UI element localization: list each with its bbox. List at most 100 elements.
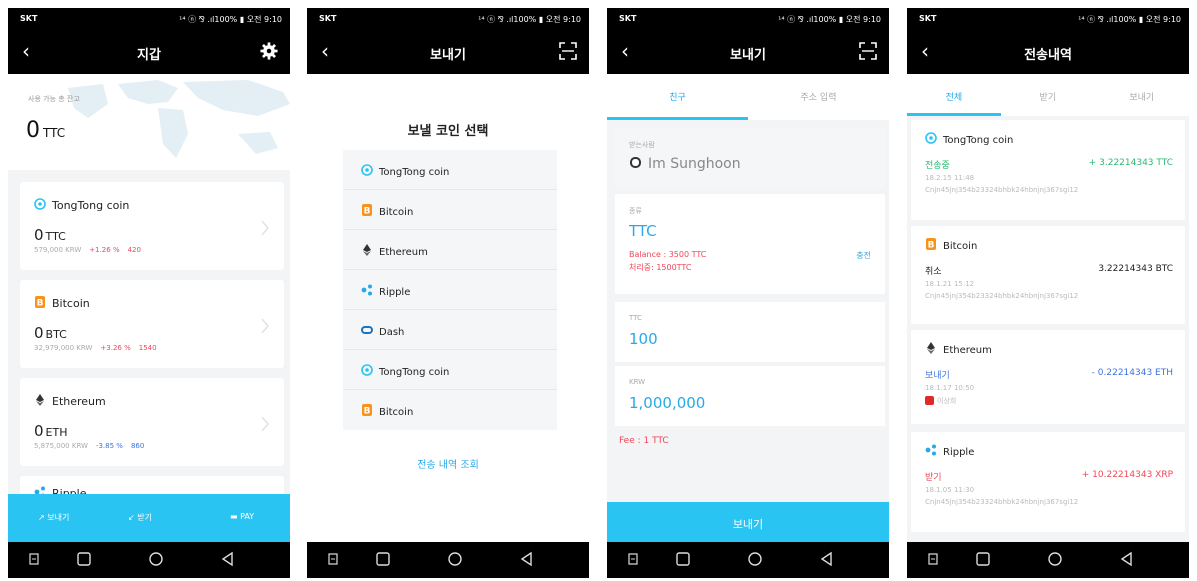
transfer-history-link[interactable]: 전송 내역 조회 (307, 456, 589, 471)
menu-icon[interactable] (26, 551, 42, 567)
total-balance-label: 사용 가능 총 잔고 (28, 95, 80, 103)
coin-card-ethereum[interactable]: Ethereum 0 ETH 5,875,000 KRW -3.85 % 860 (20, 378, 284, 466)
home-icon[interactable] (747, 551, 763, 567)
tab-send[interactable]: 보내기 (1095, 90, 1189, 103)
coin-option-tongtong[interactable]: TongTong coin (343, 150, 557, 190)
system-info: ¹⁴ ⓝ ⅋ .ıl100% ▮ 오전 9:10 (179, 15, 282, 24)
history-coin-name: Bitcoin (943, 241, 978, 252)
ethereum-icon (36, 394, 44, 406)
coin-name-label: TongTong coin (52, 199, 130, 212)
home-icon[interactable] (1047, 551, 1063, 567)
menu-icon[interactable] (325, 551, 341, 567)
recipient-field[interactable]: 받는사람 Im Sunghoon (615, 128, 885, 188)
coin-unit: ETH (45, 426, 68, 439)
recents-icon[interactable] (675, 551, 691, 567)
tab-all[interactable]: 전체 (907, 90, 1001, 103)
coin-amount: 0 BTC (34, 324, 67, 342)
coin-option-dash[interactable]: Dash (343, 310, 557, 350)
krw-amount-value: 1,000,000 (629, 394, 706, 412)
card-icon: ▬ (230, 512, 241, 521)
recipient-value: Im Sunghoon (629, 156, 741, 172)
system-info: ¹⁴ ⓝ ⅋ .ıl100% ▮ 오전 9:10 (778, 15, 881, 24)
coin-option-label: Dash (379, 327, 405, 338)
send-tab[interactable]: ↗ 보내기 (38, 512, 69, 523)
bitcoin-icon (362, 204, 372, 216)
history-address: Cnjn45jnj354b23324bhbk24hbnjnj367sgi12 (925, 498, 1079, 506)
send-tab-label: 보내기 (47, 513, 70, 522)
coin-option-bitcoin[interactable]: Bitcoin (343, 190, 557, 230)
coin-market-info: 32,979,000 KRW +3.26 % 1540 (34, 344, 157, 352)
pay-tab[interactable]: ▬ PAY (230, 512, 254, 521)
history-contact: 이상희 (925, 396, 956, 406)
coin-type-field[interactable]: 종류 TTC Balance : 3500 TTC 처리중: 1500TTC 충… (615, 194, 885, 294)
history-status: 전송중 (925, 161, 950, 171)
coin-name-label: Bitcoin (52, 297, 90, 310)
charge-link[interactable]: 충전 (856, 250, 871, 261)
history-date: 18.1.21 15:12 (925, 280, 975, 288)
back-nav-icon[interactable] (220, 551, 236, 567)
history-coin: TongTong coin (925, 132, 1013, 146)
ttc-amount-field[interactable]: TTC 100 (615, 302, 885, 362)
coin-amount-number: 0 (34, 422, 44, 440)
tab-address-input[interactable]: 주소 입력 (748, 90, 889, 103)
coin-name-label: Ethereum (52, 395, 106, 408)
ripple-icon (925, 444, 936, 456)
history-amount: + 10.22214343 XRP (1081, 470, 1173, 480)
send-button[interactable]: 보내기 (607, 502, 889, 544)
back-arrow-icon[interactable]: ‹ (921, 39, 929, 63)
coin-card-bitcoin[interactable]: Bitcoin 0 BTC 32,979,000 KRW +3.26 % 1540 (20, 280, 284, 368)
page-title: 보내기 (430, 48, 466, 63)
gear-icon[interactable] (260, 42, 278, 60)
menu-icon[interactable] (925, 551, 941, 567)
back-nav-icon[interactable] (519, 551, 535, 567)
coin-option-bitcoin-2[interactable]: Bitcoin (343, 390, 557, 430)
coin-change-count: 1540 (138, 344, 157, 352)
history-coin-name: Ethereum (943, 345, 992, 356)
qr-scan-icon[interactable] (859, 42, 877, 60)
coin-amount: 0 TTC (34, 226, 66, 244)
status-bar: SKT ¹⁴ ⓝ ⅋ .ıl100% ▮ 오전 9:10 (307, 8, 589, 30)
history-item[interactable]: Bitcoin 취소 3.22214343 BTC 18.1.21 15:12 … (911, 226, 1185, 324)
app-bar: ‹ 전송내역 (907, 30, 1189, 74)
wallet-screen: SKT ¹⁴ ⓝ ⅋ .ıl100% ▮ 오전 9:10 ‹ 지갑 사용 가능 … (8, 8, 290, 578)
coin-change: +3.26 % (100, 344, 131, 352)
krw-amount-field[interactable]: KRW 1,000,000 (615, 366, 885, 426)
carrier-label: SKT (20, 14, 38, 23)
history-coin: Ethereum (925, 342, 992, 356)
dash-icon (361, 326, 373, 334)
back-arrow-icon[interactable]: ‹ (621, 39, 629, 63)
tab-friend[interactable]: 친구 (607, 90, 748, 103)
processing-text: 처리중: 1500TTC (629, 263, 692, 272)
recents-icon[interactable] (975, 551, 991, 567)
back-arrow-icon[interactable]: ‹ (22, 39, 30, 63)
coin-change: -3.85 % (95, 442, 123, 450)
total-balance-unit: TTC (43, 126, 66, 140)
history-item[interactable]: Ripple 받기 + 10.22214343 XRP 18.1.05 11:3… (911, 432, 1185, 532)
recents-icon[interactable] (76, 551, 92, 567)
home-icon[interactable] (148, 551, 164, 567)
coin-option-label: Ripple (379, 287, 411, 298)
coin-unit: BTC (45, 328, 67, 341)
coin-option-tongtong-2[interactable]: TongTong coin (343, 350, 557, 390)
back-nav-icon[interactable] (819, 551, 835, 567)
recents-icon[interactable] (375, 551, 391, 567)
active-tab-indicator (907, 113, 1001, 116)
history-item[interactable]: TongTong coin 전송중 + 3.22214343 TTC 18.2.… (911, 120, 1185, 220)
back-nav-icon[interactable] (1119, 551, 1135, 567)
coin-select-screen: SKT ¹⁴ ⓝ ⅋ .ıl100% ▮ 오전 9:10 ‹ 보내기 보낼 코인… (307, 8, 589, 578)
history-item[interactable]: Ethereum 보내기 - 0.22214343 ETH 18.1.17 10… (911, 330, 1185, 424)
tab-receive[interactable]: 받기 (1001, 90, 1095, 103)
menu-icon[interactable] (625, 551, 641, 567)
coin-option-ripple[interactable]: Ripple (343, 270, 557, 310)
coin-option-ethereum[interactable]: Ethereum (343, 230, 557, 270)
qr-scan-icon[interactable] (559, 42, 577, 60)
chevron-right-icon (261, 318, 269, 334)
wallet-action-bar: ↗ 보내기 ↙ 받기 ▬ PAY (8, 494, 290, 542)
page-title: 전송내역 (1024, 48, 1072, 63)
back-arrow-icon[interactable]: ‹ (321, 39, 329, 63)
system-nav-bar (607, 542, 889, 578)
history-filter-tabs: 전체 받기 보내기 (907, 74, 1189, 116)
coin-card-tongtong[interactable]: TongTong coin 0 TTC 579,000 KRW +1.26 % 420 (20, 182, 284, 270)
receive-tab[interactable]: ↙ 받기 (128, 512, 152, 523)
home-icon[interactable] (447, 551, 463, 567)
